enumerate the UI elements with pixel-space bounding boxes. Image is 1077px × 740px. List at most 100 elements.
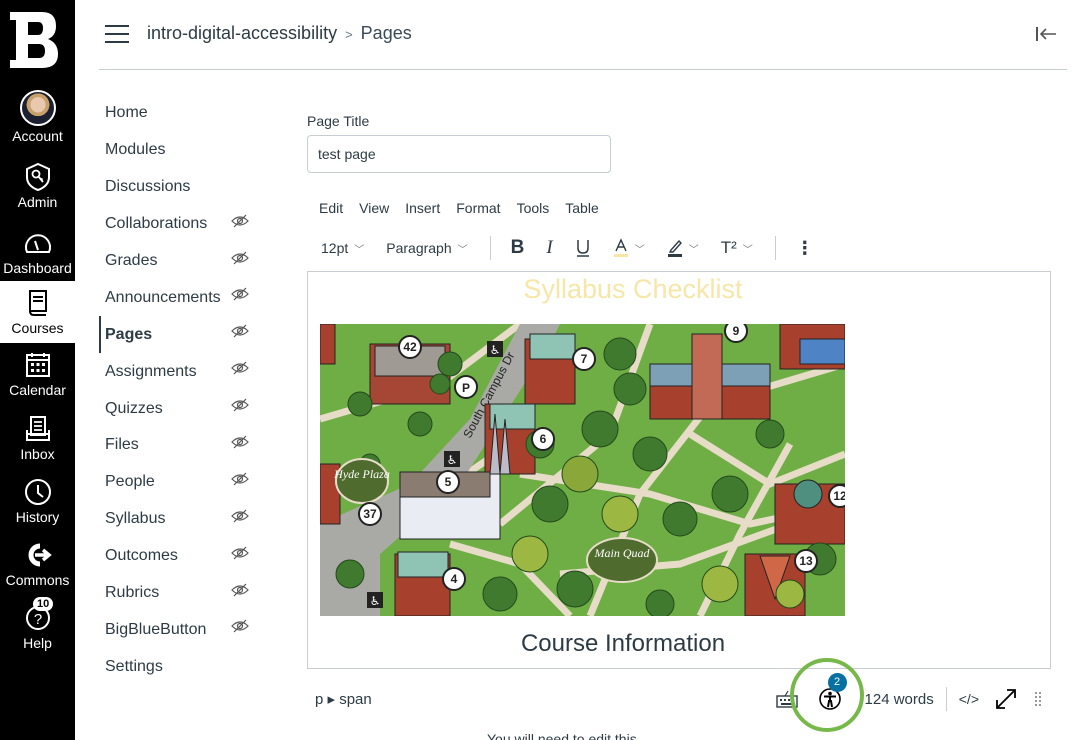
course-nav-item-files[interactable]: Files	[99, 427, 269, 464]
course-nav-label: Outcomes	[105, 547, 178, 565]
hidden-eye-icon	[231, 361, 249, 375]
course-nav-label: Collaborations	[105, 215, 208, 233]
superscript-icon: T²	[720, 238, 737, 257]
course-nav-item-rubrics[interactable]: Rubrics	[99, 575, 269, 612]
svg-text:?: ?	[33, 611, 41, 628]
menu-edit[interactable]: Edit	[319, 200, 343, 216]
element-path[interactable]: p ▸ span	[315, 690, 372, 708]
help-badge: 10	[33, 597, 54, 611]
course-nav-label: Assignments	[105, 362, 197, 380]
course-nav-label: Quizzes	[105, 399, 163, 417]
more-vertical-icon: ⋮	[795, 237, 814, 258]
block-format-select[interactable]: Paragraph ﹀	[386, 240, 467, 256]
highlight-ring	[789, 658, 864, 732]
map-plaza-label: Hyde Plaza	[333, 467, 390, 481]
course-nav-item-syllabus[interactable]: Syllabus	[99, 501, 269, 538]
accessibility-checker-button[interactable]: 2	[789, 658, 864, 732]
toolbar-divider	[774, 236, 776, 260]
map-marker: 42	[403, 340, 417, 354]
bold-icon: B	[510, 237, 525, 258]
a11y-issue-count: 2	[827, 673, 847, 692]
global-nav-label: Commons	[5, 572, 70, 588]
global-nav-label: Help	[23, 635, 52, 651]
course-nav-item-outcomes[interactable]: Outcomes	[99, 538, 269, 575]
highlight-color-button[interactable]: ﹀	[667, 238, 699, 258]
collapse-sidebar-icon[interactable]	[1035, 25, 1057, 43]
text-color-button[interactable]: ﹀	[613, 238, 645, 258]
map-marker: 13	[799, 554, 813, 568]
course-nav-label: Modules	[105, 141, 166, 159]
font-size-select[interactable]: 12pt ﹀	[321, 240, 364, 256]
global-nav-label: Dashboard	[3, 260, 72, 276]
map-quad-label: Main Quad	[594, 546, 651, 560]
global-nav-calendar[interactable]: Calendar	[0, 350, 75, 414]
chevron-down-icon: ﹀	[688, 244, 699, 256]
global-nav-courses[interactable]: Courses	[0, 281, 75, 343]
map-marker: 7	[581, 352, 588, 366]
clock-icon	[24, 479, 51, 505]
editor-menubar: Edit View Insert Format Tools Table	[319, 200, 599, 216]
global-nav-label: History	[15, 509, 60, 525]
rich-content-editor[interactable]: Syllabus Checklist South Campus Dr Hyde …	[307, 271, 1051, 669]
bold-button[interactable]: B	[511, 237, 525, 259]
chevron-down-icon: ﹀	[354, 244, 365, 256]
menu-view[interactable]: View	[359, 200, 389, 216]
course-nav-label: Grades	[105, 252, 158, 269]
course-nav-item-settings[interactable]: Settings	[99, 648, 269, 685]
global-nav-label: Admin	[17, 194, 58, 210]
global-nav-label: Inbox	[20, 446, 55, 462]
logo[interactable]	[8, 10, 58, 70]
hidden-eye-icon	[231, 435, 249, 449]
hamburger-menu-button[interactable]	[105, 25, 129, 43]
hidden-eye-icon	[231, 214, 249, 228]
course-nav-item-discussions[interactable]: Discussions	[99, 169, 269, 206]
global-nav-inbox[interactable]: Inbox	[0, 414, 75, 478]
global-nav-label: Account	[12, 128, 63, 144]
menu-table[interactable]: Table	[565, 200, 598, 216]
global-nav-commons[interactable]: Commons	[0, 540, 75, 604]
speedometer-icon	[24, 234, 51, 253]
block-format-value: Paragraph	[386, 240, 452, 256]
page-title-input[interactable]	[307, 135, 611, 173]
fullscreen-icon[interactable]	[995, 688, 1017, 710]
content-heading: Syllabus Checklist	[523, 274, 743, 304]
course-nav-item-announcements[interactable]: Announcements	[99, 279, 269, 316]
avatar	[19, 90, 56, 126]
course-nav-item-home[interactable]: Home	[99, 95, 269, 132]
course-nav-item-quizzes[interactable]: Quizzes	[99, 390, 269, 427]
breadcrumb-current: Pages	[360, 23, 412, 43]
course-nav-item-collaborations[interactable]: Collaborations	[99, 206, 269, 243]
global-nav-help[interactable]: ? 10 Help	[0, 597, 75, 667]
header: intro-digital-accessibility > Pages	[99, 0, 1067, 70]
hidden-eye-icon	[231, 398, 249, 412]
global-nav-label: Calendar	[9, 382, 66, 398]
superscript-button[interactable]: T² ﹀	[721, 238, 753, 258]
course-nav-item-people[interactable]: People	[99, 464, 269, 501]
wheelchair-icon: ♿	[370, 594, 381, 608]
map-marker: 9	[733, 324, 740, 338]
toolbar-divider	[489, 236, 491, 260]
course-nav-item-modules[interactable]: Modules	[99, 132, 269, 169]
menu-tools[interactable]: Tools	[517, 200, 550, 216]
html-editor-toggle[interactable]: </>	[959, 691, 979, 707]
underline-button[interactable]	[575, 239, 591, 257]
course-nav-item-assignments[interactable]: Assignments	[99, 353, 269, 390]
campus-map-illustration: South Campus Dr Hyde Plaza Main Quad 42 …	[320, 324, 845, 616]
global-nav-account[interactable]: Account	[0, 90, 75, 154]
menu-insert[interactable]: Insert	[405, 200, 440, 216]
course-nav-item-bigbluebutton[interactable]: BigBlueButton	[99, 611, 269, 648]
global-nav-admin[interactable]: Admin	[0, 162, 75, 226]
inbox-icon	[25, 416, 50, 441]
more-options-button[interactable]: ⋮	[796, 238, 814, 259]
course-nav-label: BigBlueButton	[105, 620, 207, 638]
course-nav-item-pages[interactable]: Pages	[99, 316, 269, 354]
hidden-eye-icon	[231, 324, 249, 338]
course-nav-label: Rubrics	[105, 584, 160, 602]
global-nav-history[interactable]: History	[0, 477, 75, 541]
course-nav-item-grades[interactable]: Grades	[99, 243, 269, 280]
breadcrumb-course-link[interactable]: intro-digital-accessibility	[147, 23, 337, 43]
resize-handle-icon[interactable]	[1033, 690, 1043, 708]
menu-format[interactable]: Format	[456, 200, 500, 216]
hidden-eye-icon	[231, 288, 249, 301]
italic-button[interactable]: I	[546, 237, 552, 259]
